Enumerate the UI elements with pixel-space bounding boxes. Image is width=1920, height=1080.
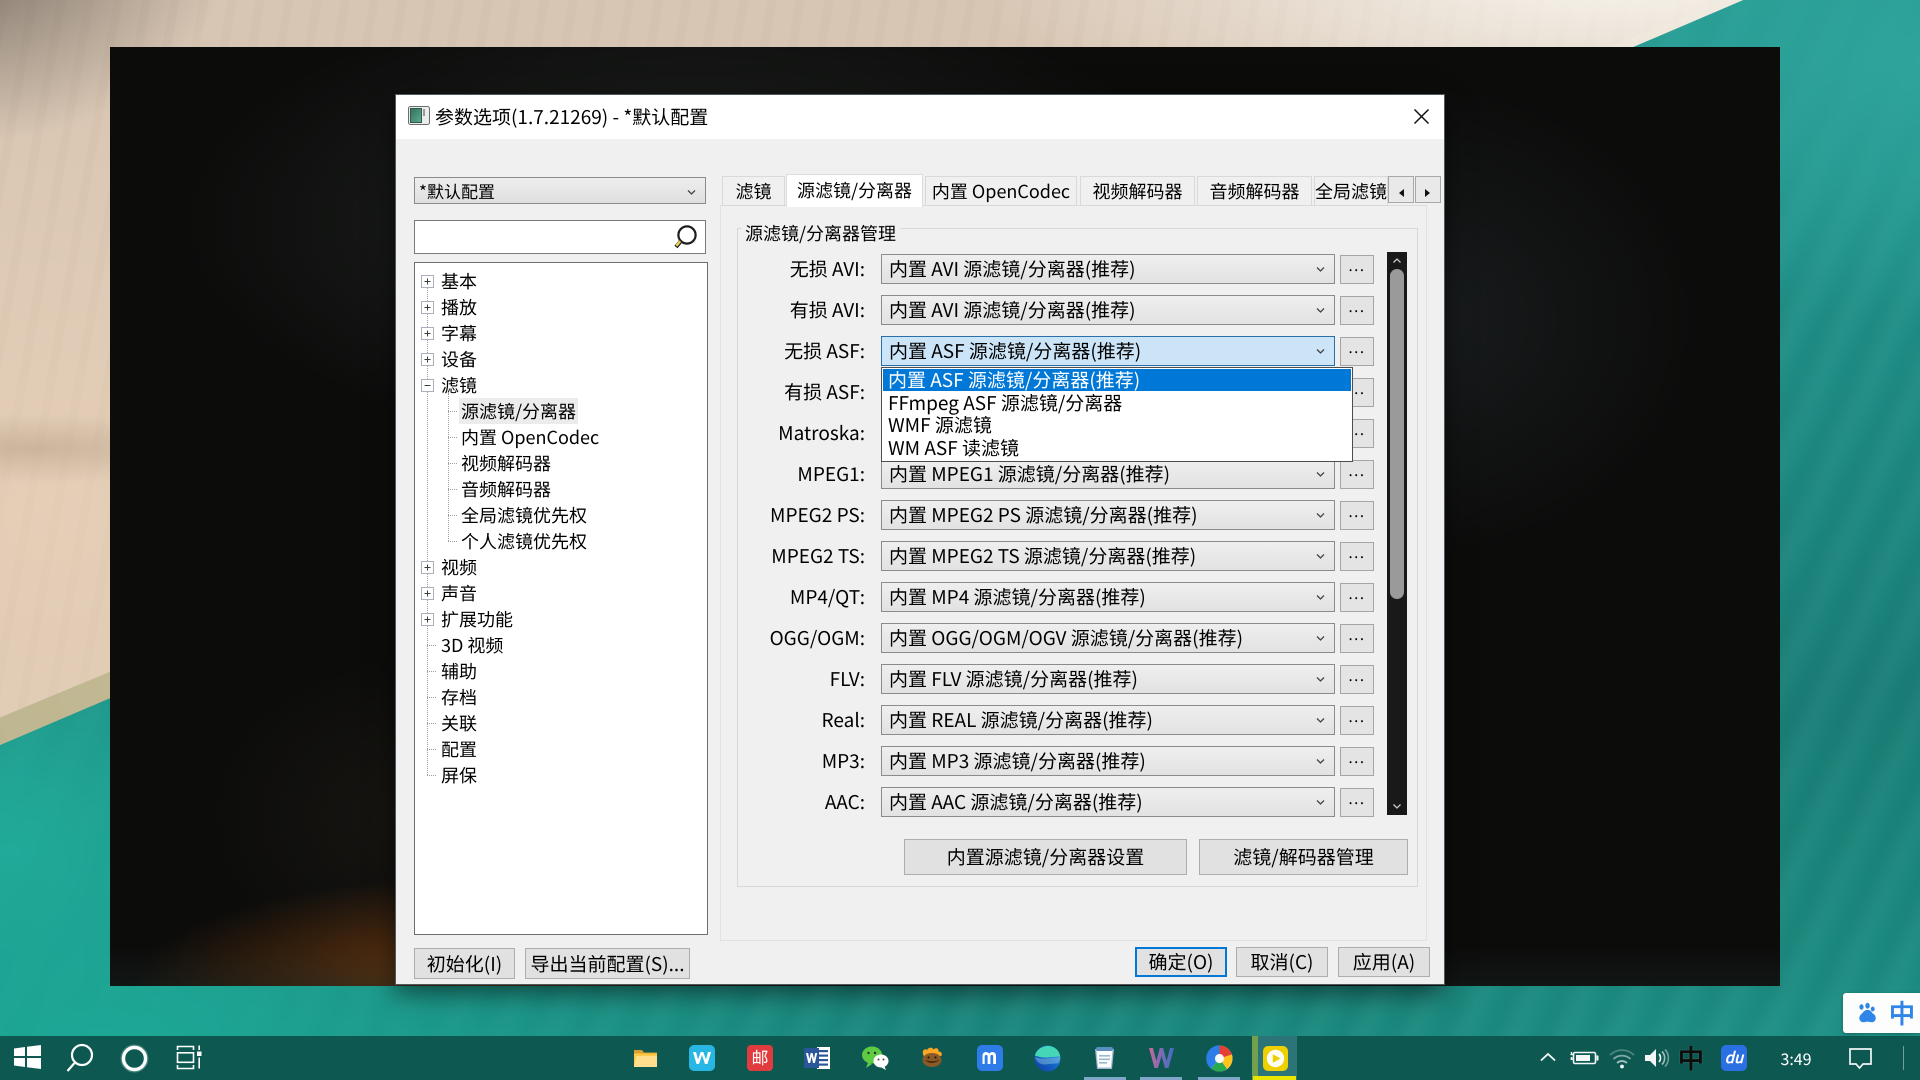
svg-text:邮: 邮 xyxy=(752,1045,769,1069)
